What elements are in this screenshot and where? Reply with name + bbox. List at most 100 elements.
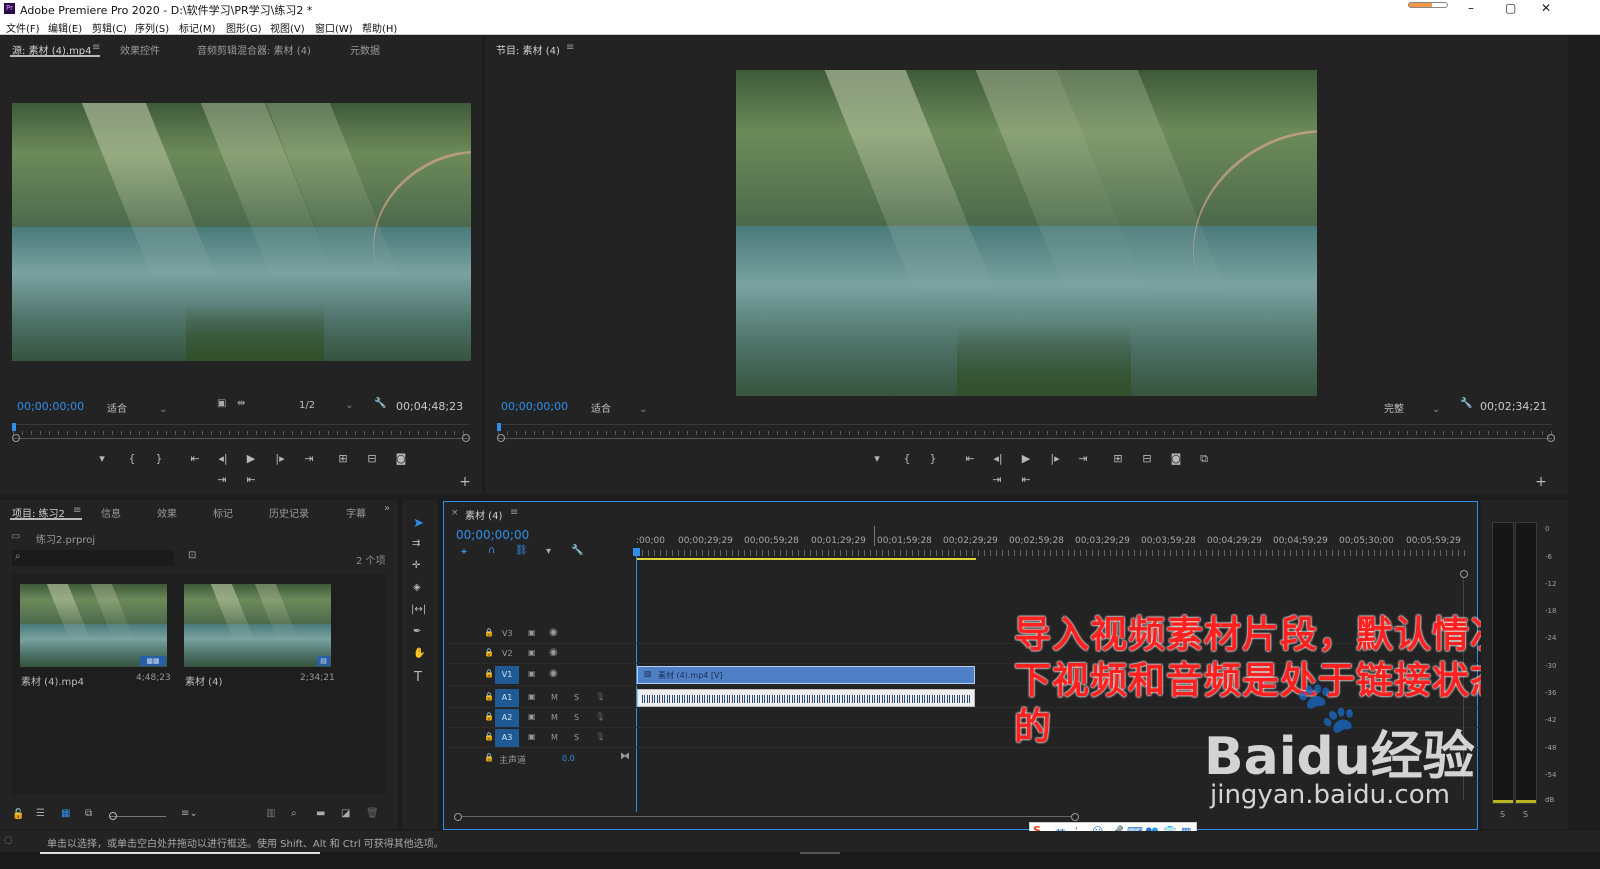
sync-lock-icon[interactable]: ▣ <box>528 732 536 741</box>
project-item[interactable]: ▤ 素材 (4) 2;34;21 <box>184 584 335 690</box>
program-quality-dropdown[interactable]: 完整 ⌄ <box>1384 400 1440 415</box>
go-to-out-button[interactable]: ⇥ <box>1076 452 1090 466</box>
automate-to-sequence-icon[interactable]: ▥ <box>266 808 275 819</box>
panel-menu-icon[interactable]: ≡ <box>566 42 574 53</box>
play-button[interactable]: ▶ <box>244 452 258 466</box>
tab-effects[interactable]: 效果 <box>157 505 177 520</box>
overwrite-button[interactable]: ⊟ <box>365 452 379 466</box>
sync-lock-icon[interactable]: ▣ <box>528 669 536 678</box>
sync-lock-icon[interactable]: ▣ <box>528 648 536 657</box>
track-patch[interactable]: A3 <box>495 729 519 747</box>
panel-menu-icon[interactable]: ≡ <box>510 507 518 518</box>
voice-over-mic-icon[interactable]: 🎙 <box>595 712 605 721</box>
minimize-button[interactable]: – <box>1468 1 1474 15</box>
trim-out-icon[interactable]: ⇤ <box>1019 473 1033 487</box>
close-button[interactable]: ✕ <box>1541 1 1551 15</box>
search-input[interactable] <box>30 551 170 564</box>
close-sequence-icon[interactable]: × <box>451 508 459 518</box>
panel-menu-icon[interactable]: ≡ <box>92 42 100 53</box>
export-frame-button[interactable]: ◙ <box>1169 452 1183 466</box>
video-clip[interactable]: ▨ 素材 (4).mp4 [V] <box>637 666 975 684</box>
step-back-button[interactable]: ◂| <box>216 452 230 466</box>
sort-icon[interactable]: ≡⌄ <box>181 808 198 819</box>
restore-button[interactable]: ▢ <box>1505 1 1516 15</box>
eye-icon[interactable]: ◉ <box>549 627 558 638</box>
eye-icon[interactable]: ◉ <box>549 647 558 658</box>
insert-button[interactable]: ⊞ <box>336 452 350 466</box>
tab-info[interactable]: 信息 <box>101 505 121 520</box>
ripple-edit-tool-icon[interactable]: ✛ <box>412 560 420 571</box>
settings-wrench-icon[interactable]: 🔧 <box>374 398 386 409</box>
solo-button[interactable]: S <box>574 733 579 742</box>
tab-program[interactable]: 节目: 素材 (4) <box>496 42 560 57</box>
track-lock-icon[interactable]: 🔒 <box>484 732 494 741</box>
program-button-editor-button[interactable]: + <box>1534 475 1548 489</box>
panel-menu-icon[interactable]: ≡ <box>73 505 81 516</box>
menu-graphics[interactable]: 图形(G) <box>226 20 262 35</box>
menu-window[interactable]: 窗口(W) <box>315 20 353 35</box>
menu-help[interactable]: 帮助(H) <box>362 20 397 35</box>
mute-button[interactable]: M <box>551 733 558 742</box>
zoom-handle-left[interactable] <box>12 434 20 442</box>
step-forward-button[interactable]: |▸ <box>1048 452 1062 466</box>
track-lock-icon[interactable]: 🔒 <box>484 712 494 721</box>
solo-right-button[interactable]: S <box>1523 810 1528 819</box>
track-lock-icon[interactable]: 🔒 <box>484 692 494 701</box>
track-patch[interactable]: A1 <box>495 689 519 707</box>
menu-sequence[interactable]: 序列(S) <box>135 20 169 35</box>
go-to-in-button[interactable]: ⇤ <box>963 452 977 466</box>
add-marker-button[interactable]: ▾ <box>95 452 109 466</box>
lift-button[interactable]: ⊞ <box>1111 452 1125 466</box>
icon-view-icon[interactable]: ▦ <box>61 808 70 819</box>
add-marker-button[interactable]: ▾ <box>870 452 884 466</box>
master-volume[interactable]: 0.0 <box>562 754 575 763</box>
program-timecode[interactable]: 00;00;00;00 <box>501 400 568 413</box>
play-button[interactable]: ▶ <box>1019 452 1033 466</box>
slider-handle[interactable] <box>109 812 117 820</box>
tab-sequence[interactable]: 素材 (4) <box>465 507 502 522</box>
tab-metadata[interactable]: 元数据 <box>350 42 380 57</box>
safe-margins-icon[interactable]: ▣ <box>217 398 226 409</box>
clear-icon[interactable]: 🗑 <box>366 808 379 819</box>
go-to-out-button[interactable]: ⇥ <box>302 452 316 466</box>
track-lock-icon[interactable]: 🔒 <box>484 648 494 657</box>
timeline-settings-wrench-icon[interactable]: 🔧 <box>571 545 583 556</box>
track-lock-icon[interactable]: 🔒 <box>484 669 494 678</box>
track-patch[interactable]: V1 <box>495 666 519 684</box>
source-zoom-bar[interactable] <box>13 438 469 439</box>
mark-out-button[interactable]: } <box>926 452 940 466</box>
go-to-in-button[interactable]: ⇤ <box>188 452 202 466</box>
add-marker-icon[interactable]: ▾ <box>546 546 551 557</box>
mark-in-button[interactable]: { <box>900 452 914 466</box>
menu-view[interactable]: 视图(V) <box>270 20 305 35</box>
new-item-icon[interactable]: ◪ <box>341 808 350 819</box>
tab-captions[interactable]: 字幕 <box>346 505 366 520</box>
list-view-icon[interactable]: ☰ <box>36 808 45 819</box>
new-bin-icon[interactable]: ▬ <box>316 808 325 819</box>
source-time-ruler[interactable] <box>13 424 469 438</box>
zoom-handle-right[interactable] <box>1547 434 1555 442</box>
horizontal-scrollbar[interactable] <box>454 813 1079 821</box>
menu-marker[interactable]: 标记(M) <box>179 20 215 35</box>
hand-tool-icon[interactable]: ✋ <box>413 648 425 659</box>
razor-tool-icon[interactable]: ◈ <box>413 582 421 593</box>
track-lock-icon[interactable]: 🔒 <box>484 753 494 762</box>
mute-button[interactable]: M <box>551 693 558 702</box>
comparison-view-button[interactable]: ⧉ <box>1197 452 1211 466</box>
lock-icon[interactable]: 🔓 <box>12 809 24 820</box>
zoom-handle-right[interactable] <box>462 434 470 442</box>
project-search-field[interactable]: ⌕ <box>12 550 174 566</box>
audio-clip[interactable] <box>637 689 975 707</box>
menu-file[interactable]: 文件(F) <box>6 20 40 35</box>
track-select-tool-icon[interactable]: ⇉ <box>412 538 420 549</box>
sync-lock-icon[interactable]: ▣ <box>528 712 536 721</box>
snap-icon[interactable]: ∩ <box>488 545 495 556</box>
menu-edit[interactable]: 编辑(E) <box>48 20 82 35</box>
settings-wrench-icon[interactable]: 🔧 <box>1460 398 1472 409</box>
mark-in-button[interactable]: { <box>125 452 139 466</box>
sync-lock-icon[interactable]: ▣ <box>528 628 536 637</box>
source-playhead[interactable] <box>12 423 16 431</box>
program-time-ruler[interactable] <box>498 424 1552 438</box>
tab-markers[interactable]: 标记 <box>213 505 233 520</box>
source-button-editor-button[interactable]: + <box>458 475 472 489</box>
